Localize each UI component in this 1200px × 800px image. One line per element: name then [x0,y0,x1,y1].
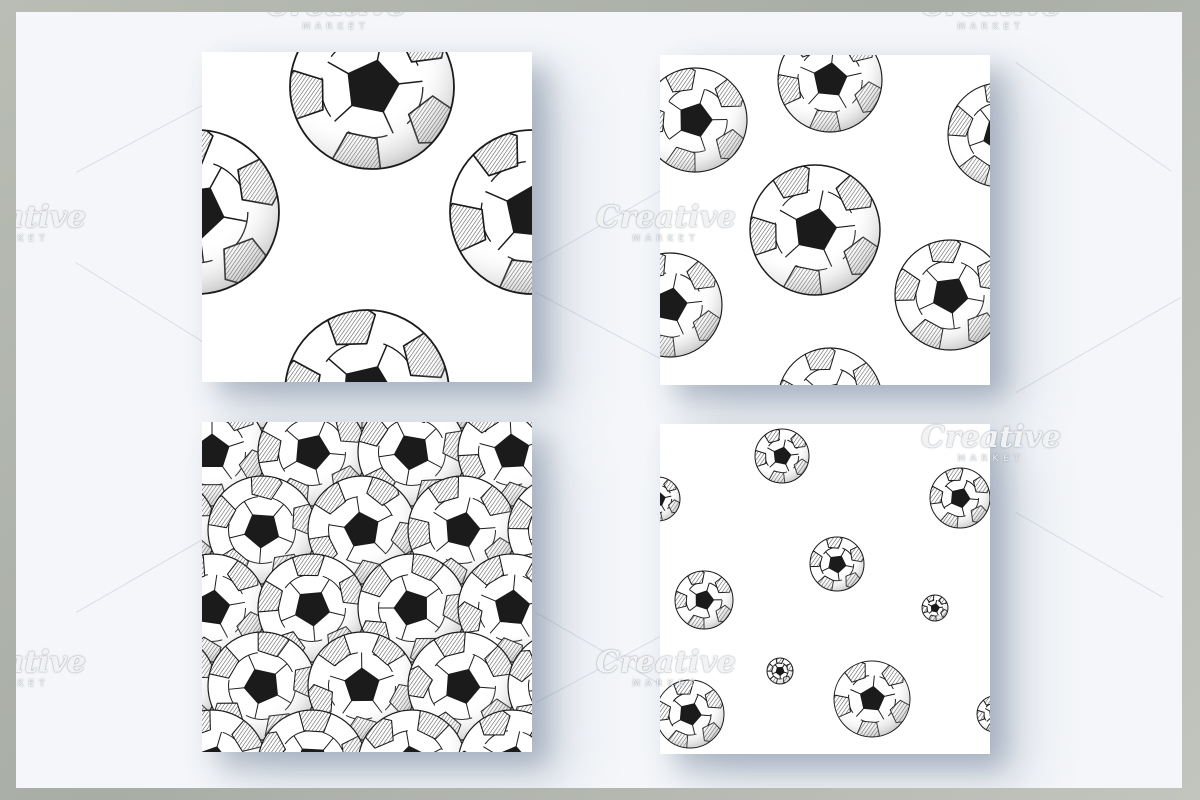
pattern-small-scattered [660,428,990,749]
soccer-ball-icon [660,67,748,173]
soccer-ball-icon [894,239,990,351]
watermark-word: Creative [16,645,86,680]
soccer-ball-icon [929,467,990,529]
soccer-ball-icon [202,129,280,295]
soccer-ball-icon [778,347,882,385]
soccer-ball-icon [289,52,455,170]
watermark-word: Creative [266,12,406,22]
soccer-ball-icon [833,660,911,738]
pattern-preview-4 [660,424,990,754]
pattern-preview-3 [202,422,532,752]
guide-line [1015,512,1164,598]
soccer-ball-icon [809,536,865,592]
guide-line [1016,297,1182,393]
pattern-dense-overlapping [202,422,532,752]
soccer-ball-icon [660,476,681,522]
pattern-preview-2 [660,55,990,385]
soccer-ball-icon [921,594,949,622]
watermark-sub: MARKET [16,234,50,244]
soccer-ball-icon [449,129,532,295]
soccer-ball-icon [976,696,990,732]
soccer-ball-icon [766,657,794,685]
watermark-word: Creative [16,200,86,235]
soccer-ball-icon [749,164,881,296]
watermark-logo: Creative MARKET [921,12,1061,33]
preview-frame: Creative MARKET Creative MARKET Creative… [16,12,1182,788]
watermark-logo: Creative MARKET [16,202,86,245]
watermark-sub: MARKET [302,22,370,32]
watermark-sub: MARKET [16,679,50,689]
pattern-preview-1 [202,52,532,382]
soccer-ball-icon [660,252,723,358]
soccer-ball-icon [754,428,810,484]
pattern-large-sparse [202,52,532,382]
watermark-logo: Creative MARKET [266,12,406,33]
watermark-word: Creative [921,12,1061,22]
soccer-ball-icon [777,55,883,133]
pattern-medium-scattered [660,55,990,385]
soccer-ball-icon [674,570,734,630]
watermark-sub: MARKET [957,22,1025,32]
watermark-logo: Creative MARKET [16,647,86,690]
guide-line [1015,62,1172,172]
soccer-ball-icon [284,309,450,382]
soccer-ball-icon [660,679,725,749]
soccer-ball-icon [947,83,990,187]
